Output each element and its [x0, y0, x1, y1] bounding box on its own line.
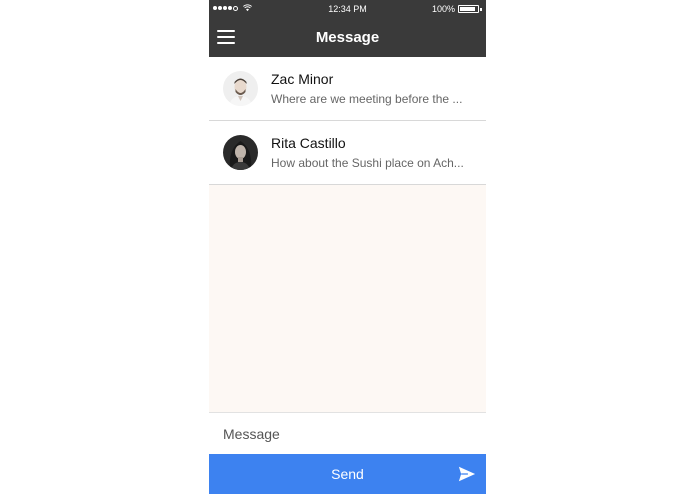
- conversation-preview: Where are we meeting before the ...: [271, 92, 463, 106]
- battery-percentage: 100%: [431, 4, 455, 14]
- rita-castillo-avatar-icon: [223, 135, 258, 170]
- conversation-item-rita-castillo[interactable]: Rita Castillo How about the Sushi place …: [209, 121, 486, 185]
- status-bar: 12:34 PM 100%: [209, 0, 486, 20]
- avatar: [223, 135, 258, 170]
- conversation-item-zac-minor[interactable]: Zac Minor Where are we meeting before th…: [209, 57, 486, 121]
- conversation-name: Rita Castillo: [271, 135, 346, 151]
- paper-plane-icon: [458, 466, 476, 482]
- avatar: [223, 71, 258, 106]
- conversation-preview: How about the Sushi place on Ach...: [271, 156, 464, 170]
- message-input[interactable]: [209, 413, 486, 454]
- send-button[interactable]: Send: [209, 454, 486, 494]
- conversation-list: Zac Minor Where are we meeting before th…: [209, 57, 486, 185]
- send-button-label: Send: [331, 466, 364, 482]
- page-title: Message: [315, 29, 380, 46]
- battery-indicator: 100%: [432, 4, 482, 14]
- battery-fill: [460, 7, 475, 11]
- phone-screen: 12:34 PM 100% Message Zac Minor Where ar…: [209, 0, 486, 494]
- conversation-name: Zac Minor: [271, 71, 334, 87]
- zac-minor-avatar-icon: [223, 71, 258, 106]
- battery-tip: [480, 7, 482, 11]
- battery-icon: [458, 5, 479, 13]
- nav-bar: Message: [209, 20, 486, 58]
- message-thread-area: [209, 185, 486, 413]
